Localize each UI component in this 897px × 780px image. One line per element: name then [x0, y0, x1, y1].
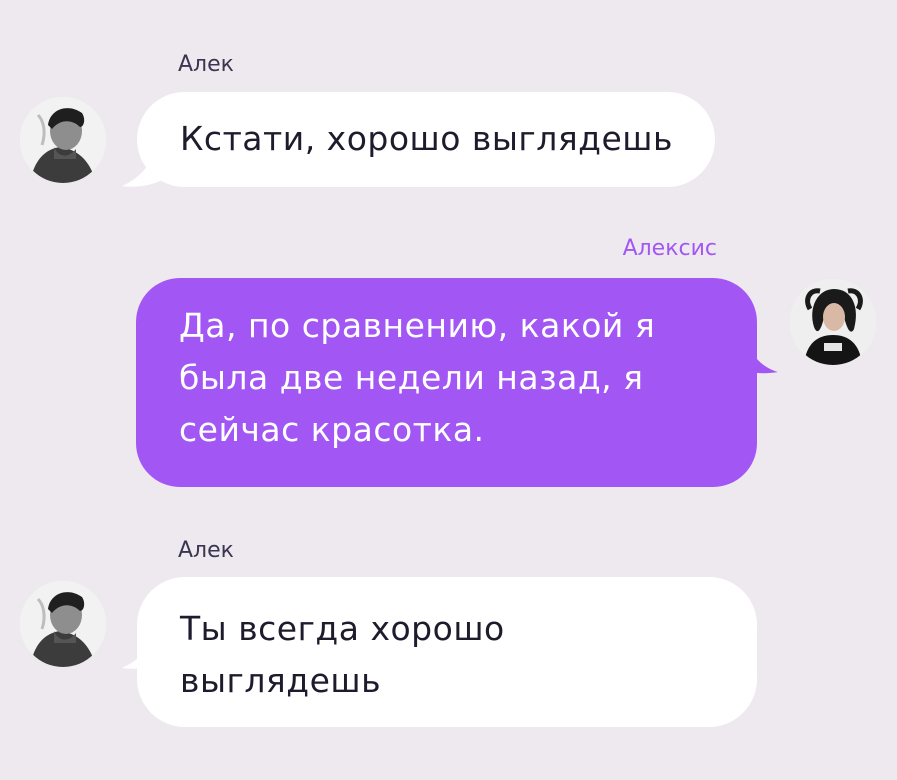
alek-avatar-icon[interactable]	[20, 581, 106, 667]
sender-name: Алексис	[622, 236, 717, 261]
message-bubble-incoming[interactable]: Кстати, хорошо выглядешь	[137, 92, 715, 187]
message-text: Кстати, хорошо выглядешь	[180, 119, 673, 158]
sender-name: Алек	[178, 538, 234, 563]
message-bubble-incoming[interactable]: Ты всегда хорошо выглядешь	[137, 577, 757, 727]
alek-avatar-icon[interactable]	[20, 97, 106, 183]
message-bubble-outgoing[interactable]: Да, по сравнению, какой я была две недел…	[136, 278, 757, 487]
message-text: Ты всегда хорошо выглядешь	[180, 609, 505, 700]
sender-name: Алек	[178, 52, 234, 77]
message-text: Да, по сравнению, какой я была две недел…	[179, 306, 656, 449]
aleksis-avatar-icon[interactable]	[790, 279, 876, 365]
